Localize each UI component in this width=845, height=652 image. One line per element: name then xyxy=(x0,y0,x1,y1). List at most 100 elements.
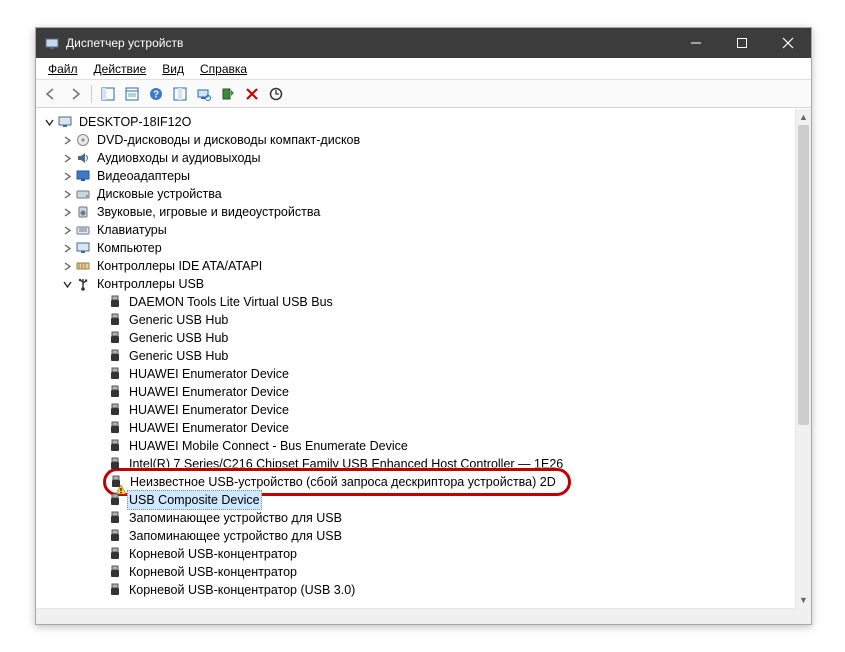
device-node[interactable]: Корневой USB-концентратор (USB 3.0) xyxy=(42,581,795,599)
properties-button[interactable] xyxy=(121,83,143,105)
close-button[interactable] xyxy=(765,28,811,58)
usb-device-icon xyxy=(107,402,123,418)
tree-node-label: HUAWEI Enumerator Device xyxy=(127,365,291,383)
action-button[interactable] xyxy=(169,83,191,105)
device-manager-window: Диспетчер устройств Файл Действие Вид Сп… xyxy=(35,27,812,625)
toolbar-separator xyxy=(91,85,92,103)
menu-view[interactable]: Вид xyxy=(154,60,192,78)
update-driver-button[interactable] xyxy=(265,83,287,105)
device-node[interactable]: Запоминающее устройство для USB xyxy=(42,527,795,545)
menubar: Файл Действие Вид Справка xyxy=(36,58,811,80)
tree-node-label: HUAWEI Mobile Connect - Bus Enumerate De… xyxy=(127,437,410,455)
category-audio[interactable]: Аудиовходы и аудиовыходы xyxy=(42,149,795,167)
device-node[interactable]: DAEMON Tools Lite Virtual USB Bus xyxy=(42,293,795,311)
device-node[interactable]: Generic USB Hub xyxy=(42,311,795,329)
usb-device-icon xyxy=(107,582,123,598)
scroll-thumb[interactable] xyxy=(798,125,809,425)
device-tree[interactable]: DESKTOP-18IF12ODVD-дисководы и дисководы… xyxy=(36,109,795,608)
tree-node-label: Неизвестное USB-устройство (сбой запроса… xyxy=(128,473,558,491)
speaker-icon xyxy=(75,204,91,220)
usb-device-icon xyxy=(108,474,124,490)
expand-icon[interactable] xyxy=(60,241,74,255)
expand-icon[interactable] xyxy=(60,259,74,273)
tree-node-label: Корневой USB-концентратор xyxy=(127,545,299,563)
usb-device-icon xyxy=(107,348,123,364)
usb-device-icon xyxy=(107,492,123,508)
nav-forward-button[interactable] xyxy=(64,83,86,105)
category-computer[interactable]: Компьютер xyxy=(42,239,795,257)
tree-node-label: USB Composite Device xyxy=(127,490,262,510)
tree-node-label: Аудиовходы и аудиовыходы xyxy=(95,149,262,167)
scroll-down-arrow-icon[interactable]: ▼ xyxy=(796,592,811,608)
help-button[interactable]: ? xyxy=(145,83,167,105)
add-legacy-hardware-button[interactable] xyxy=(217,83,239,105)
usb-device-icon xyxy=(107,366,123,382)
expand-icon[interactable] xyxy=(60,187,74,201)
maximize-button[interactable] xyxy=(719,28,765,58)
vertical-scrollbar[interactable]: ▲ ▼ xyxy=(795,109,811,608)
uninstall-device-button[interactable] xyxy=(241,83,263,105)
tree-node-label: Звуковые, игровые и видеоустройства xyxy=(95,203,322,221)
tree-node-label: Дисковые устройства xyxy=(95,185,224,203)
tree-node-label: Контроллеры IDE ATA/ATAPI xyxy=(95,257,264,275)
menu-help[interactable]: Справка xyxy=(192,60,255,78)
device-node[interactable]: HUAWEI Enumerator Device xyxy=(42,383,795,401)
tree-node-label: Generic USB Hub xyxy=(127,347,230,365)
device-node[interactable]: Generic USB Hub xyxy=(42,329,795,347)
device-node[interactable]: HUAWEI Enumerator Device xyxy=(42,419,795,437)
category-keyboard[interactable]: Клавиатуры xyxy=(42,221,795,239)
collapse-icon[interactable] xyxy=(60,277,74,291)
tree-root[interactable]: DESKTOP-18IF12O xyxy=(42,113,795,131)
minimize-button[interactable] xyxy=(673,28,719,58)
tree-node-label: Корневой USB-концентратор (USB 3.0) xyxy=(127,581,357,599)
category-disk[interactable]: Дисковые устройства xyxy=(42,185,795,203)
scroll-up-arrow-icon[interactable]: ▲ xyxy=(796,109,811,125)
titlebar[interactable]: Диспетчер устройств xyxy=(36,28,811,58)
device-node[interactable]: HUAWEI Mobile Connect - Bus Enumerate De… xyxy=(42,437,795,455)
device-node[interactable]: HUAWEI Enumerator Device xyxy=(42,365,795,383)
usb-device-icon xyxy=(107,564,123,580)
nav-back-button[interactable] xyxy=(40,83,62,105)
horizontal-scrollbar[interactable] xyxy=(36,608,795,624)
device-node[interactable]: Неизвестное USB-устройство (сбой запроса… xyxy=(42,473,795,491)
menu-action[interactable]: Действие xyxy=(86,60,155,78)
expand-icon[interactable] xyxy=(60,205,74,219)
usb-device-icon xyxy=(107,420,123,436)
pc-icon xyxy=(75,240,91,256)
usb-device-icon xyxy=(107,456,123,472)
usb-icon xyxy=(75,276,91,292)
expand-icon[interactable] xyxy=(60,169,74,183)
ide-icon xyxy=(75,258,91,274)
collapse-icon[interactable] xyxy=(42,115,56,129)
category-video[interactable]: Видеоадаптеры xyxy=(42,167,795,185)
app-icon xyxy=(44,35,60,51)
tree-node-label: Generic USB Hub xyxy=(127,311,230,329)
window-title: Диспетчер устройств xyxy=(66,36,673,50)
device-node[interactable]: Generic USB Hub xyxy=(42,347,795,365)
disc-icon xyxy=(75,132,91,148)
category-dvd[interactable]: DVD-дисководы и дисководы компакт-дисков xyxy=(42,131,795,149)
category-ide[interactable]: Контроллеры IDE ATA/ATAPI xyxy=(42,257,795,275)
device-node[interactable]: Корневой USB-концентратор xyxy=(42,545,795,563)
keyboard-icon xyxy=(75,222,91,238)
scan-hardware-button[interactable] xyxy=(193,83,215,105)
tree-node-label: Generic USB Hub xyxy=(127,329,230,347)
warning-overlay-icon xyxy=(116,482,126,492)
tree-node-label: DAEMON Tools Lite Virtual USB Bus xyxy=(127,293,335,311)
category-sound[interactable]: Звуковые, игровые и видеоустройства xyxy=(42,203,795,221)
device-node[interactable]: Запоминающее устройство для USB xyxy=(42,509,795,527)
expand-icon[interactable] xyxy=(60,133,74,147)
tree-node-label: DVD-дисководы и дисководы компакт-дисков xyxy=(95,131,362,149)
tree-node-label: Корневой USB-концентратор xyxy=(127,563,299,581)
usb-device-icon xyxy=(107,294,123,310)
menu-file[interactable]: Файл xyxy=(40,60,86,78)
expand-icon[interactable] xyxy=(60,223,74,237)
category-usb[interactable]: Контроллеры USB xyxy=(42,275,795,293)
tree-node-label: HUAWEI Enumerator Device xyxy=(127,383,291,401)
device-node[interactable]: Корневой USB-концентратор xyxy=(42,563,795,581)
usb-device-icon xyxy=(107,312,123,328)
content-area: DESKTOP-18IF12ODVD-дисководы и дисководы… xyxy=(36,108,811,624)
expand-icon[interactable] xyxy=(60,151,74,165)
device-node[interactable]: HUAWEI Enumerator Device xyxy=(42,401,795,419)
show-hide-tree-button[interactable] xyxy=(97,83,119,105)
